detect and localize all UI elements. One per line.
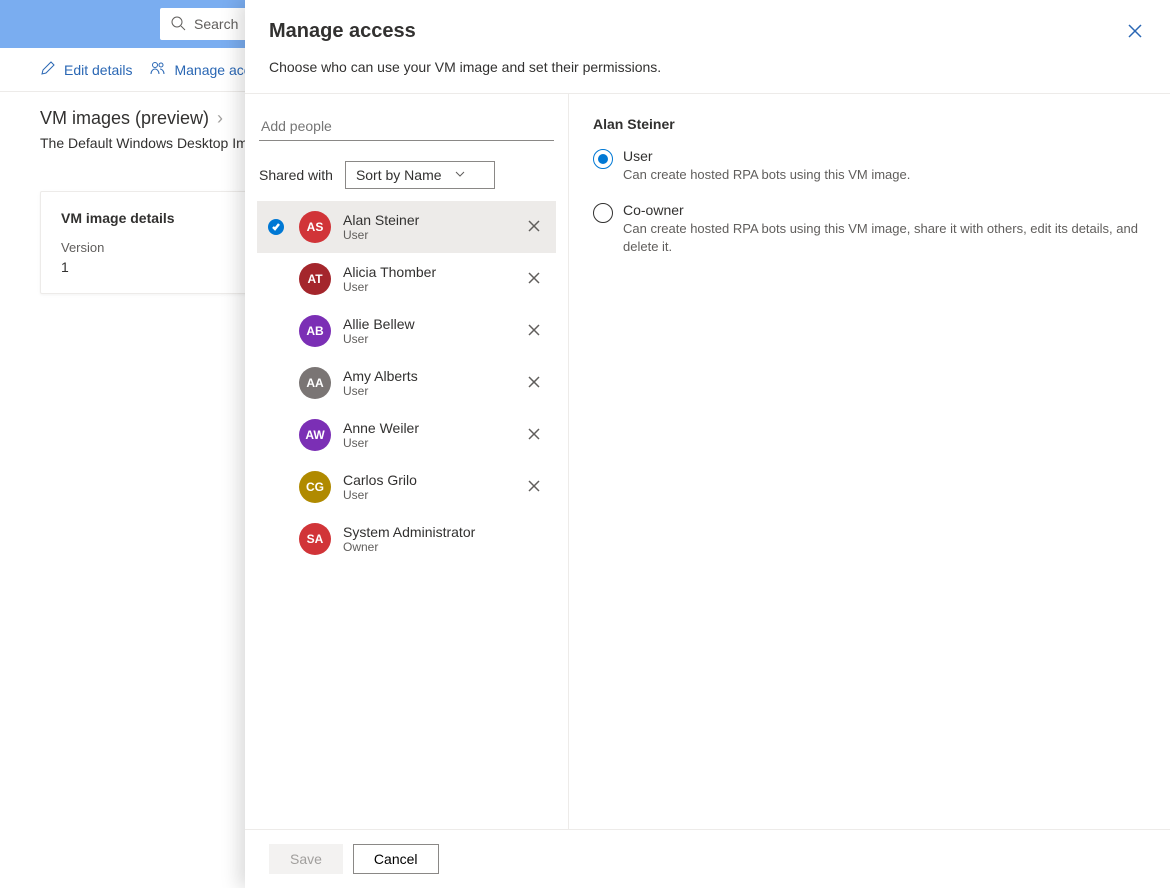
radio-button[interactable]: [593, 149, 613, 169]
search-icon: [170, 15, 194, 34]
shared-with-label: Shared with: [259, 167, 333, 183]
permission-option[interactable]: User Can create hosted RPA bots using thi…: [593, 148, 1146, 184]
permission-description: Can create hosted RPA bots using this VM…: [623, 166, 910, 184]
person-text: Alicia ThomberUser: [343, 264, 508, 294]
person-name: Amy Alberts: [343, 368, 508, 384]
person-name: Carlos Grilo: [343, 472, 508, 488]
person-row[interactable]: CG Carlos GriloUser: [257, 461, 556, 513]
person-row[interactable]: AB Allie BellewUser: [257, 305, 556, 357]
panel-subtitle: Choose who can use your VM image and set…: [245, 59, 1170, 93]
sort-dropdown[interactable]: Sort by Name: [345, 161, 495, 189]
chevron-right-icon: ›: [217, 108, 223, 129]
avatar: AS: [299, 211, 331, 243]
person-text: Alan SteinerUser: [343, 212, 508, 242]
avatar: CG: [299, 471, 331, 503]
close-icon: [528, 271, 540, 287]
person-row[interactable]: SA System AdministratorOwner: [257, 513, 556, 565]
person-text: System AdministratorOwner: [343, 524, 508, 554]
panel-header: Manage access: [245, 0, 1170, 59]
close-icon: [1128, 25, 1142, 42]
people-column: Shared with Sort by Name ASAlan SteinerU…: [245, 94, 569, 829]
remove-person-button[interactable]: [520, 427, 548, 443]
close-icon: [528, 479, 540, 495]
panel-title: Manage access: [269, 20, 416, 43]
edit-details-button[interactable]: Edit details: [40, 60, 132, 79]
person-role: User: [343, 488, 508, 502]
avatar: SA: [299, 523, 331, 555]
remove-person-button[interactable]: [520, 219, 548, 235]
add-people-input[interactable]: [259, 112, 554, 141]
permission-description: Can create hosted RPA bots using this VM…: [623, 220, 1146, 256]
remove-person-button[interactable]: [520, 479, 548, 495]
people-list: ASAlan SteinerUserATAlicia ThomberUserAB…: [257, 201, 556, 829]
person-row[interactable]: AA Amy AlbertsUser: [257, 357, 556, 409]
avatar: AT: [299, 263, 331, 295]
panel-columns: Shared with Sort by Name ASAlan SteinerU…: [245, 93, 1170, 829]
close-icon: [528, 219, 540, 235]
person-name: System Administrator: [343, 524, 508, 540]
remove-person-button[interactable]: [520, 375, 548, 391]
person-role: User: [343, 228, 508, 242]
permission-text: User Can create hosted RPA bots using thi…: [623, 148, 910, 184]
pencil-icon: [40, 60, 56, 79]
avatar: AA: [299, 367, 331, 399]
chevron-down-icon: [454, 167, 466, 183]
person-row[interactable]: AT Alicia ThomberUser: [257, 253, 556, 305]
check-slot: [265, 219, 287, 235]
permission-option[interactable]: Co-owner Can create hosted RPA bots using…: [593, 202, 1146, 256]
radio-dot: [598, 154, 608, 164]
breadcrumb-root[interactable]: VM images (preview): [40, 108, 209, 129]
person-text: Amy AlbertsUser: [343, 368, 508, 398]
people-icon: [150, 60, 166, 79]
person-row[interactable]: AS Alan SteinerUser: [257, 201, 556, 253]
permission-title: User: [623, 148, 910, 164]
remove-person-button[interactable]: [520, 323, 548, 339]
sort-row: Shared with Sort by Name: [259, 161, 554, 189]
person-text: Allie BellewUser: [343, 316, 508, 346]
person-role: User: [343, 280, 508, 294]
close-icon: [528, 427, 540, 443]
person-name: Anne Weiler: [343, 420, 508, 436]
person-row[interactable]: AW Anne WeilerUser: [257, 409, 556, 461]
permission-title: Co-owner: [623, 202, 1146, 218]
person-text: Anne WeilerUser: [343, 420, 508, 450]
person-role: User: [343, 384, 508, 398]
person-name: Allie Bellew: [343, 316, 508, 332]
person-role: User: [343, 436, 508, 450]
panel-footer: Save Cancel: [245, 829, 1170, 888]
sort-selected-label: Sort by Name: [356, 167, 442, 183]
close-button[interactable]: [1124, 20, 1146, 47]
close-icon: [528, 323, 540, 339]
check-icon: [268, 219, 284, 235]
person-name: Alan Steiner: [343, 212, 508, 228]
edit-details-label: Edit details: [64, 62, 132, 78]
avatar: AW: [299, 419, 331, 451]
manage-access-panel: Manage access Choose who can use your VM…: [245, 0, 1170, 888]
cancel-button[interactable]: Cancel: [353, 844, 439, 874]
save-button[interactable]: Save: [269, 844, 343, 874]
search-placeholder: Search: [194, 16, 238, 32]
person-text: Carlos GriloUser: [343, 472, 508, 502]
person-name: Alicia Thomber: [343, 264, 508, 280]
close-icon: [528, 375, 540, 391]
person-role: User: [343, 332, 508, 346]
person-role: Owner: [343, 540, 508, 554]
permission-text: Co-owner Can create hosted RPA bots using…: [623, 202, 1146, 256]
avatar: AB: [299, 315, 331, 347]
remove-person-button[interactable]: [520, 271, 548, 287]
selected-person-name: Alan Steiner: [593, 116, 1146, 132]
permissions-column: Alan Steiner User Can create hosted RPA b…: [569, 94, 1170, 829]
radio-button[interactable]: [593, 203, 613, 223]
